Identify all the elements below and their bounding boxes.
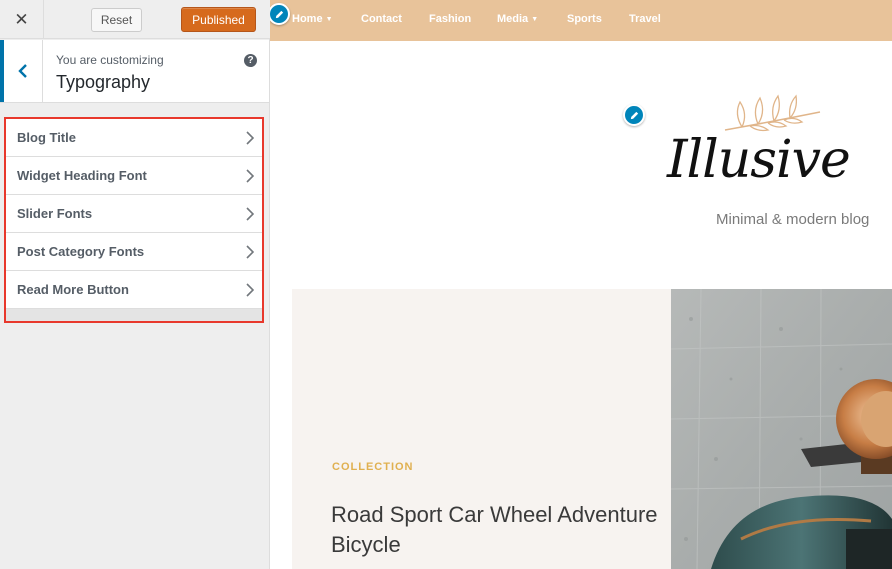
panel-item-label: Widget Heading Font xyxy=(17,168,147,183)
panel-item-label: Slider Fonts xyxy=(17,206,93,221)
site-preview: Home ▼ Contact Fashion Media ▼ Sports Trav… xyxy=(270,0,892,569)
nav-item-travel[interactable]: Travel xyxy=(629,13,661,25)
panel-item-widget-heading-font[interactable]: Widget Heading Font xyxy=(6,157,262,195)
nav-item-contact[interactable]: Contact xyxy=(361,13,402,25)
help-icon[interactable]: ? xyxy=(244,54,257,67)
logo-tagline: Minimal & modern blog xyxy=(716,211,870,228)
chevron-right-icon xyxy=(246,207,254,221)
customizing-label: You are customizing xyxy=(56,53,164,67)
nav-item-media[interactable]: Media ▼ xyxy=(497,13,538,25)
section-header: You are customizing Typography xyxy=(0,40,269,103)
motorcycle-photo xyxy=(671,289,892,569)
panel-item-label: Read More Button xyxy=(17,282,129,297)
chevron-right-icon xyxy=(246,169,254,183)
post-title[interactable]: Road Sport Car Wheel Adventure Bicycle xyxy=(331,500,661,560)
close-icon: ✕ xyxy=(14,9,29,29)
customizer-header: ✕ Reset Published xyxy=(0,0,270,39)
edit-logo-pencil-icon[interactable] xyxy=(623,104,645,126)
section-title: Typography xyxy=(56,72,151,92)
chevron-right-icon xyxy=(246,245,254,259)
nav-item-sports[interactable]: Sports xyxy=(567,13,602,25)
post-category-label[interactable]: COLLECTION xyxy=(332,461,414,473)
panel-item-post-category-fonts[interactable]: Post Category Fonts xyxy=(6,233,262,271)
publish-button[interactable]: Published xyxy=(181,7,256,32)
chevron-right-icon xyxy=(246,131,254,145)
main-navigation: Home ▼ Contact Fashion Media ▼ Sports Trav… xyxy=(270,0,892,41)
featured-post-card[interactable]: COLLECTION Road Sport Car Wheel Adventur… xyxy=(292,289,671,569)
logo-wordmark: Illusive xyxy=(667,130,851,190)
caret-down-icon: ▼ xyxy=(531,16,539,23)
featured-post-image[interactable] xyxy=(671,289,892,569)
reset-button[interactable]: Reset xyxy=(91,8,142,32)
panel-item-slider-fonts[interactable]: Slider Fonts xyxy=(6,195,262,233)
nav-item-home[interactable]: Home ▼ xyxy=(292,13,333,25)
chevron-right-icon xyxy=(246,283,254,297)
close-customizer-button[interactable]: ✕ xyxy=(0,0,44,39)
nav-item-fashion[interactable]: Fashion xyxy=(429,13,471,25)
panel-item-blog-title[interactable]: Blog Title xyxy=(6,119,262,157)
customizer-sidebar: ✕ Reset Published You are customizing Ty… xyxy=(0,0,270,569)
panel-item-label: Blog Title xyxy=(17,130,76,145)
chevron-left-icon xyxy=(18,64,27,78)
caret-down-icon: ▼ xyxy=(325,16,333,23)
typography-panel-list: Blog Title Widget Heading Font Slider Fo… xyxy=(4,117,264,323)
panel-item-read-more-button[interactable]: Read More Button xyxy=(6,271,262,309)
back-button[interactable] xyxy=(0,40,43,102)
panel-item-label: Post Category Fonts xyxy=(17,244,145,259)
site-logo[interactable]: Illusive Minimal & modern blog xyxy=(660,92,892,242)
